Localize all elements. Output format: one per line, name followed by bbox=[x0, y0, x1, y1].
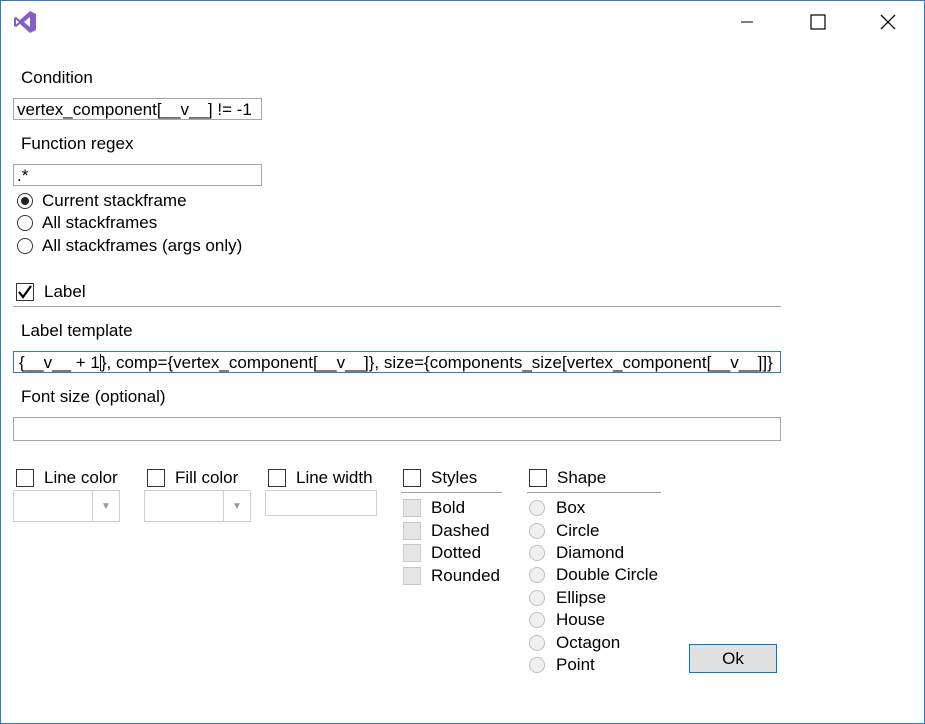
shape-circle-radio[interactable] bbox=[529, 523, 545, 539]
function-regex-label: Function regex bbox=[21, 134, 134, 153]
style-dashed-label: Dashed bbox=[431, 521, 490, 540]
shape-double-circle-radio[interactable] bbox=[529, 567, 545, 583]
label-template-input[interactable]: {__v__ + 1}, comp={vertex_component[__v_… bbox=[13, 351, 781, 373]
shape-point-radio[interactable] bbox=[529, 657, 545, 673]
line-color-checkbox[interactable] bbox=[16, 469, 34, 487]
maximize-icon bbox=[810, 14, 826, 30]
radio-all-stackframes-args[interactable] bbox=[17, 238, 33, 254]
fill-color-label: Fill color bbox=[175, 468, 239, 487]
checkmark-icon bbox=[18, 285, 32, 299]
styles-checkbox[interactable] bbox=[403, 469, 421, 487]
styles-divider bbox=[401, 492, 502, 493]
visual-studio-icon bbox=[13, 10, 37, 34]
label-checkbox[interactable] bbox=[16, 283, 34, 301]
ok-button[interactable]: Ok bbox=[689, 644, 777, 673]
style-dashed-checkbox[interactable] bbox=[403, 522, 421, 540]
radio-label-all-stackframes-args: All stackframes (args only) bbox=[42, 236, 243, 255]
close-icon bbox=[880, 14, 896, 30]
chevron-down-icon: ▼ bbox=[92, 491, 119, 521]
radio-label-all-stackframes: All stackframes bbox=[42, 213, 158, 232]
shape-diamond-label: Diamond bbox=[556, 543, 625, 562]
line-color-dropdown[interactable]: ▼ bbox=[13, 490, 120, 522]
minimize-icon bbox=[741, 21, 753, 23]
line-width-checkbox[interactable] bbox=[268, 469, 286, 487]
style-dotted-checkbox[interactable] bbox=[403, 544, 421, 562]
condition-input[interactable]: vertex_component[__v__] != -1 bbox=[13, 98, 262, 120]
label-checkbox-label: Label bbox=[44, 282, 86, 301]
shape-circle-label: Circle bbox=[556, 521, 600, 540]
shape-octagon-radio[interactable] bbox=[529, 635, 545, 651]
style-rounded-checkbox[interactable] bbox=[403, 567, 421, 585]
shape-label: Shape bbox=[557, 468, 607, 487]
divider bbox=[13, 306, 781, 307]
radio-label-current-stackframe: Current stackframe bbox=[42, 191, 187, 210]
shape-ellipse-label: Ellipse bbox=[556, 588, 607, 607]
shape-octagon-label: Octagon bbox=[556, 633, 621, 652]
shape-point-label: Point bbox=[556, 655, 595, 674]
minimize-button[interactable] bbox=[724, 7, 770, 37]
label-template-label: Label template bbox=[21, 321, 133, 340]
styles-label: Styles bbox=[431, 468, 478, 487]
line-width-input[interactable] bbox=[265, 490, 377, 516]
font-size-label: Font size (optional) bbox=[21, 387, 166, 406]
radio-all-stackframes[interactable] bbox=[17, 215, 33, 231]
condition-label: Condition bbox=[21, 68, 93, 87]
style-bold-checkbox[interactable] bbox=[403, 499, 421, 517]
shape-checkbox[interactable] bbox=[529, 469, 547, 487]
shape-divider bbox=[527, 492, 661, 493]
radio-current-stackframe[interactable] bbox=[17, 193, 33, 209]
line-width-label: Line width bbox=[296, 468, 373, 487]
fill-color-dropdown[interactable]: ▼ bbox=[144, 490, 251, 522]
line-color-label: Line color bbox=[44, 468, 118, 487]
label-template-text-after: }, comp={vertex_component[__v__]}, size=… bbox=[100, 353, 773, 372]
shape-ellipse-radio[interactable] bbox=[529, 590, 545, 606]
label-template-text-before: {__v__ + 1 bbox=[19, 353, 100, 372]
shape-box-label: Box bbox=[556, 498, 586, 517]
style-rounded-label: Rounded bbox=[431, 566, 501, 585]
font-size-input[interactable] bbox=[13, 417, 781, 441]
fill-color-checkbox[interactable] bbox=[147, 469, 165, 487]
close-button[interactable] bbox=[865, 7, 911, 37]
function-regex-input[interactable]: .* bbox=[13, 164, 262, 186]
style-dotted-label: Dotted bbox=[431, 543, 482, 562]
shape-double-circle-label: Double Circle bbox=[556, 565, 659, 584]
maximize-button[interactable] bbox=[795, 7, 841, 37]
shape-house-radio[interactable] bbox=[529, 612, 545, 628]
shape-box-radio[interactable] bbox=[529, 500, 545, 516]
style-bold-label: Bold bbox=[431, 498, 466, 517]
dialog-window: Condition vertex_component[__v__] != -1 … bbox=[0, 0, 925, 724]
shape-house-label: House bbox=[556, 610, 606, 629]
chevron-down-icon: ▼ bbox=[223, 491, 250, 521]
shape-diamond-radio[interactable] bbox=[529, 545, 545, 561]
